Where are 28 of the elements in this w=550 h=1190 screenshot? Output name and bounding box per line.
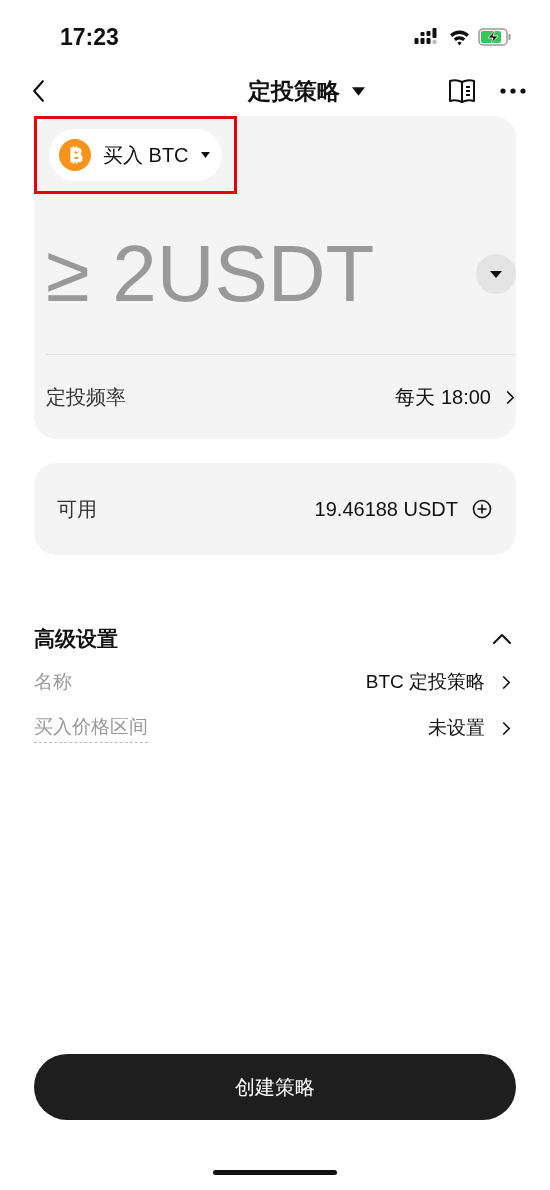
row-label: 定投频率 [46,384,126,410]
title-dropdown[interactable]: 定投策略 [248,75,365,107]
section-title: 高级设置 [34,626,118,652]
row-label: 名称 [34,670,72,694]
battery-icon [478,28,512,46]
add-circle-icon[interactable] [472,499,492,519]
chevron-icon [501,720,512,736]
bitcoin-icon [59,139,91,171]
more-icon[interactable] [500,88,526,94]
back-icon[interactable] [32,79,45,103]
row-label: 买入价格区间 [34,713,148,743]
collapse-icon[interactable] [492,633,512,645]
frequency-value[interactable]: 每天 18:00 [395,383,516,411]
setting-value[interactable]: 未设置 [428,715,512,741]
book-icon[interactable] [448,78,476,104]
caret-icon [352,86,365,96]
setting-value[interactable]: BTC 定投策略 [365,669,512,695]
chevron-icon [501,674,512,690]
row-label: 可用 [57,496,97,522]
amount-field[interactable]: ≥ 2USDT [46,228,406,320]
wifi-icon [449,28,470,46]
dropdown-icon[interactable] [476,254,516,294]
status-time: 17:23 [60,23,119,51]
caret-icon [200,152,210,158]
balance-value: 19.46188 USDT [314,497,458,521]
chevron-icon [505,389,516,405]
coin-selector[interactable]: 买入 BTC [49,129,222,181]
create-button[interactable]: 创建策略 [34,1054,516,1120]
